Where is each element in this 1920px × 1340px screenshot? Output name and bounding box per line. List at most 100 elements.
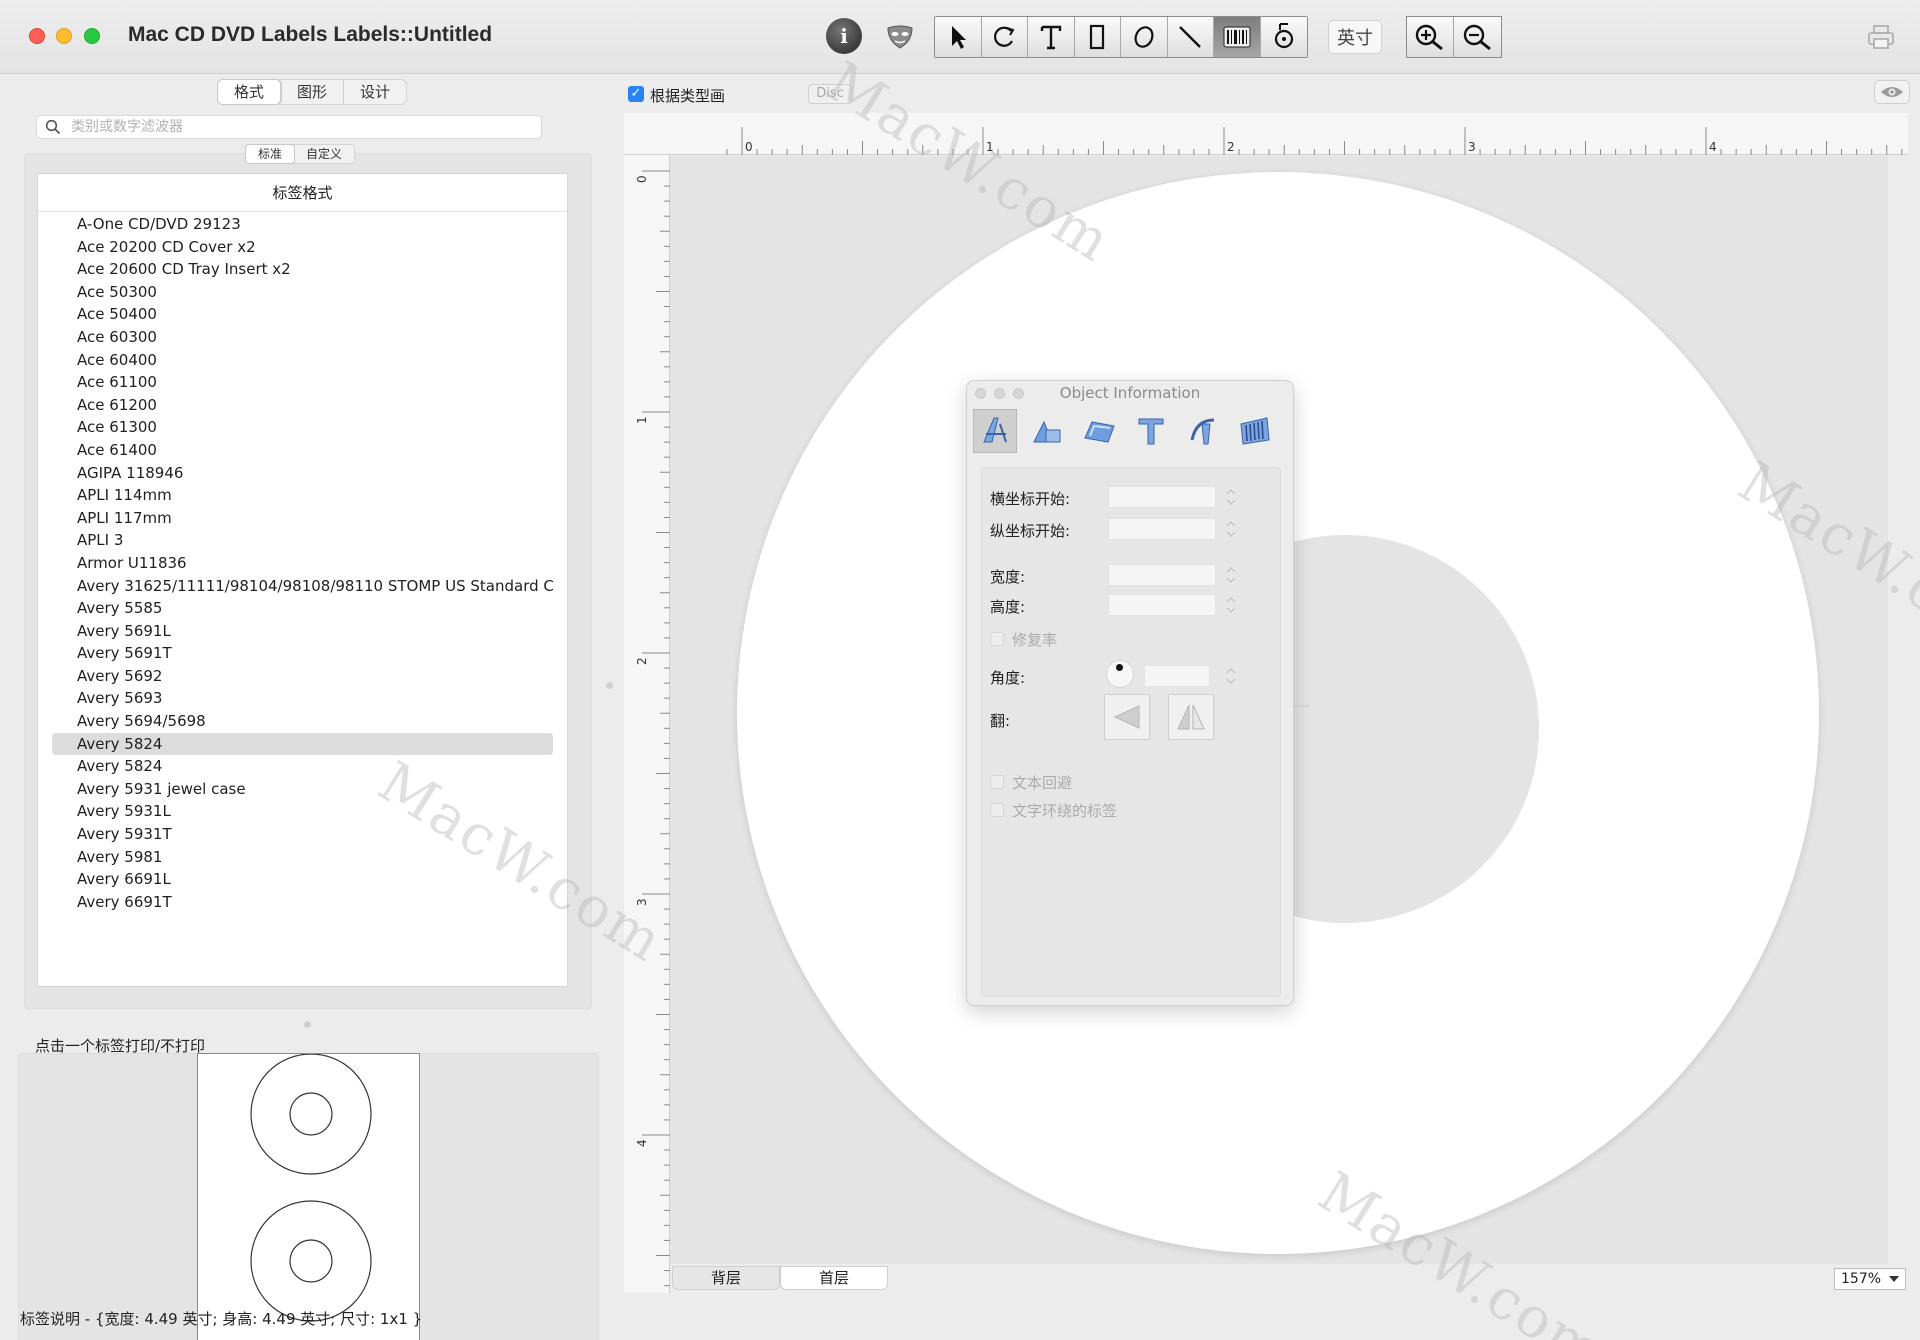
height-stepper[interactable] (1224, 594, 1238, 616)
curved-text-tool-button[interactable] (1260, 17, 1307, 57)
tab-text[interactable] (1129, 409, 1173, 453)
object-panel-titlebar[interactable]: Object Information (967, 381, 1293, 405)
rotate-tool-button[interactable] (981, 17, 1028, 57)
window-title: Mac CD DVD Labels Labels::Untitled (128, 23, 493, 46)
x-start-field[interactable] (1108, 486, 1216, 508)
tab-format[interactable]: 格式 (218, 80, 282, 104)
list-item[interactable]: Avery 5824 (52, 755, 553, 778)
preview-label-top[interactable] (250, 1053, 372, 1175)
line-tool-button[interactable] (1167, 17, 1214, 57)
list-item[interactable]: Avery 5694/5698 (52, 710, 553, 733)
ruler-label: 4 (635, 1139, 649, 1147)
list-item[interactable]: AGIPA 118946 (52, 462, 553, 485)
close-window-button[interactable] (29, 28, 45, 44)
tab-geometry[interactable] (973, 409, 1017, 453)
barcode-tool-button[interactable] (1214, 17, 1261, 57)
list-item[interactable]: Avery 6691L (52, 868, 553, 891)
list-item[interactable]: Avery 5693 (52, 687, 553, 710)
tab-shape[interactable] (1025, 409, 1069, 453)
y-start-field[interactable] (1108, 518, 1216, 540)
list-item[interactable]: Avery 6691T (52, 891, 553, 914)
angle-stepper[interactable] (1224, 665, 1238, 687)
tab-standard[interactable]: 标准 (246, 145, 295, 163)
disc-tag[interactable]: Disc (808, 84, 852, 104)
tab-front-layer[interactable]: 首层 (780, 1266, 888, 1290)
width-label: 宽度: (990, 568, 1026, 586)
chevron-down-icon (1889, 1276, 1899, 1282)
list-item[interactable]: APLI 114mm (52, 484, 553, 507)
list-item[interactable]: Ace 20600 CD Tray Insert x2 (52, 258, 553, 281)
ruler-label: 0 (635, 175, 649, 183)
tab-back-layer[interactable]: 背层 (672, 1266, 780, 1290)
minimize-window-button[interactable] (56, 28, 72, 44)
curve-text-icon (1190, 418, 1215, 445)
tab-custom[interactable]: 自定义 (294, 145, 354, 163)
mask-button[interactable] (882, 20, 918, 54)
list-item[interactable]: Avery 5981 (52, 846, 553, 869)
text-avoid-checkbox[interactable] (990, 775, 1004, 789)
list-item[interactable]: Avery 5692 (52, 665, 553, 688)
width-stepper[interactable] (1224, 564, 1238, 586)
fix-ratio-checkbox[interactable] (990, 632, 1004, 646)
tab-fill[interactable] (1077, 409, 1121, 453)
vertical-splitter-handle[interactable] (606, 682, 613, 689)
zoom-out-button[interactable] (1454, 17, 1501, 57)
rectangle-tool-button[interactable] (1074, 17, 1121, 57)
splitter-handle[interactable] (304, 1021, 311, 1028)
width-field[interactable] (1108, 564, 1216, 586)
arrow-cursor-icon (951, 26, 966, 49)
text-wrap-checkbox[interactable] (990, 803, 1004, 817)
tab-curve-text[interactable] (1181, 409, 1225, 453)
zoom-select[interactable]: 157% (1834, 1268, 1906, 1290)
ellipse-tool-button[interactable] (1121, 17, 1168, 57)
zoom-in-button[interactable] (1407, 17, 1454, 57)
y-start-stepper[interactable] (1224, 518, 1238, 540)
list-item[interactable]: Ace 61200 (52, 394, 553, 417)
list-item[interactable]: Avery 5691L (52, 620, 553, 643)
shapes-icon (1033, 420, 1061, 443)
list-item[interactable]: APLI 117mm (52, 507, 553, 530)
drawing-tools-group (934, 16, 1308, 58)
list-item[interactable]: Ace 61400 (52, 439, 553, 462)
tab-design[interactable]: 设计 (344, 80, 406, 104)
list-item[interactable]: APLI 3 (52, 529, 553, 552)
list-item[interactable]: Ace 60300 (52, 326, 553, 349)
list-item[interactable]: Ace 50400 (52, 303, 553, 326)
select-tool-button[interactable] (935, 17, 982, 57)
zoom-window-button[interactable] (84, 28, 100, 44)
eye-icon (1881, 87, 1903, 97)
list-item-selected[interactable]: Avery 5824 (52, 732, 553, 756)
print-button[interactable] (1864, 20, 1898, 54)
sheet-preview (197, 1053, 420, 1340)
sheet-preview-labels (250, 1053, 372, 1322)
info-button[interactable]: i (826, 18, 862, 54)
flip-horizontal-button[interactable] (1104, 694, 1150, 740)
preview-toggle-button[interactable] (1874, 80, 1910, 104)
list-item[interactable]: Avery 31625/11111/98104/98108/98110 STOM… (52, 575, 553, 598)
list-item[interactable]: Ace 50300 (52, 281, 553, 304)
list-item[interactable]: Avery 5931 jewel case (52, 778, 553, 801)
list-item[interactable]: Avery 5931L (52, 800, 553, 823)
list-item[interactable]: Ace 61300 (52, 416, 553, 439)
list-item[interactable]: Armor U11836 (52, 552, 553, 575)
tab-barcode[interactable] (1233, 409, 1277, 453)
search-input[interactable] (71, 117, 531, 137)
list-item[interactable]: Avery 5931T (52, 823, 553, 846)
draw-by-type-checkbox[interactable]: ✓ (628, 86, 644, 102)
list-item[interactable]: Ace 61100 (52, 371, 553, 394)
x-start-stepper[interactable] (1224, 486, 1238, 508)
list-item[interactable]: Ace 20200 CD Cover x2 (52, 236, 553, 259)
list-header[interactable]: 标签格式 (38, 174, 567, 212)
list-item[interactable]: Avery 5585 (52, 597, 553, 620)
angle-field[interactable] (1144, 665, 1210, 687)
height-field[interactable] (1108, 594, 1216, 616)
list-item[interactable]: Ace 60400 (52, 349, 553, 372)
units-button[interactable]: 英寸 (1328, 20, 1382, 54)
angle-knob[interactable] (1106, 660, 1134, 688)
tab-graphics[interactable]: 图形 (281, 80, 345, 104)
flip-vertical-button[interactable] (1168, 694, 1214, 740)
list-item[interactable]: A-One CD/DVD 29123 (52, 213, 553, 236)
preview-label-bottom[interactable] (250, 1200, 372, 1322)
text-tool-button[interactable] (1028, 17, 1075, 57)
list-item[interactable]: Avery 5691T (52, 642, 553, 665)
